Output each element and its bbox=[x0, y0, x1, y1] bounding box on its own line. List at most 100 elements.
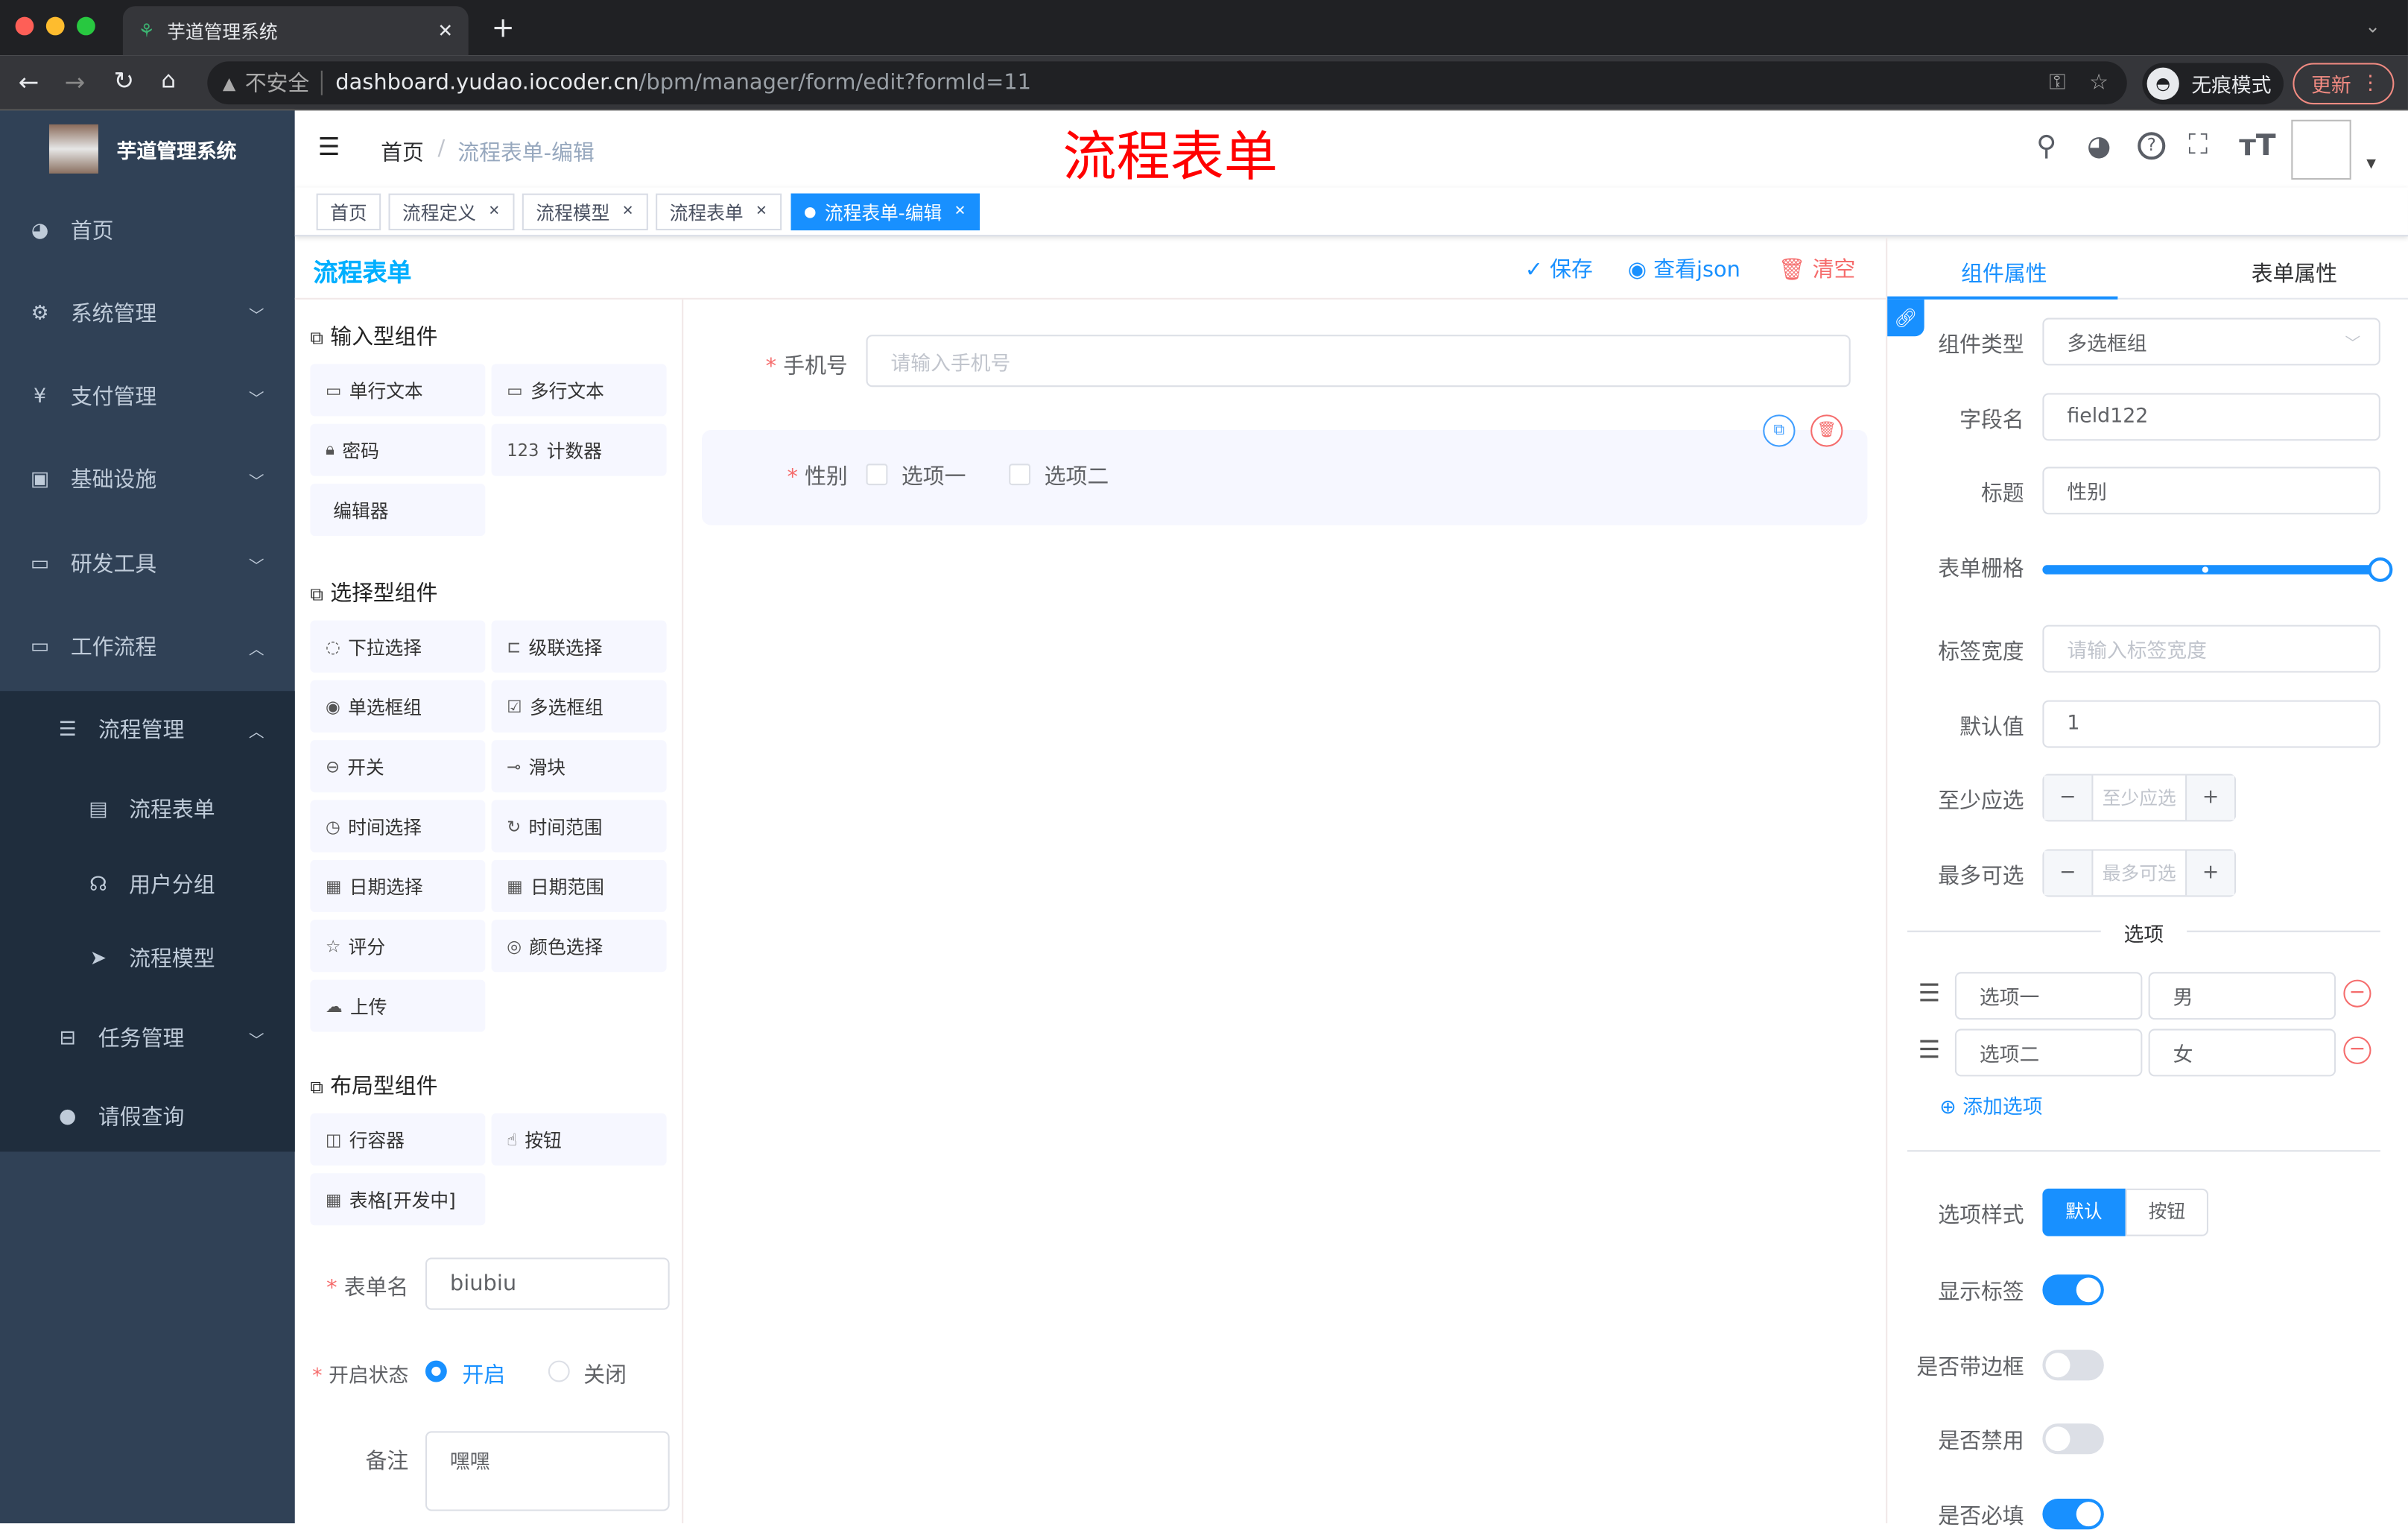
component-button[interactable]: ▦ 日期范围 bbox=[491, 859, 667, 912]
clear-button[interactable]: 🗑︎ 清空 bbox=[1778, 253, 1856, 284]
help-icon[interactable]: ? bbox=[2138, 132, 2166, 160]
component-button[interactable]: ▦ 日期选择 bbox=[310, 859, 486, 912]
add-option-button[interactable]: ⊕ 添加选项 bbox=[1939, 1090, 2042, 1119]
phone-input[interactable]: 请输入手机号 bbox=[866, 335, 1851, 388]
component-button[interactable]: ◷ 时间选择 bbox=[310, 800, 486, 853]
component-button[interactable]: ☁ 上传 bbox=[310, 979, 486, 1032]
toggle-switch[interactable] bbox=[2042, 1423, 2104, 1455]
component-button[interactable]: ▭ 单行文本 bbox=[310, 364, 486, 417]
status-off-radio[interactable] bbox=[548, 1360, 570, 1382]
address-bar[interactable]: ▲ 不安全 dashboard.yudao.iocoder.cn/bpm/manag… bbox=[207, 61, 2127, 105]
sidebar-subitem[interactable]: ● 请假查询 bbox=[0, 1078, 295, 1154]
toggle-switch[interactable] bbox=[2042, 1349, 2104, 1380]
copy-field-icon[interactable]: ⧉ bbox=[1763, 414, 1796, 447]
component-button[interactable]: 123 计数器 bbox=[491, 423, 667, 476]
style-button-button[interactable]: 按钮 bbox=[2125, 1188, 2209, 1236]
option2-label[interactable]: 选项二 bbox=[1045, 461, 1109, 491]
toggle-switch[interactable] bbox=[2042, 1498, 2104, 1529]
tag-item[interactable]: 流程定义 ✕ bbox=[388, 193, 514, 231]
component-button[interactable]: ☝ 按钮 bbox=[491, 1113, 667, 1166]
default-input[interactable]: 1 bbox=[2042, 700, 2380, 748]
type-select[interactable]: 多选框组 ﹀ bbox=[2042, 317, 2380, 366]
close-tag-icon[interactable]: ✕ bbox=[755, 204, 767, 220]
browser-tab[interactable]: ⚘ 芋道管理系统 ✕ bbox=[122, 6, 469, 56]
component-button[interactable]: ⊸ 滑块 bbox=[491, 740, 667, 793]
sidebar-item[interactable]: ▣ 基础设施 ﹀ bbox=[0, 440, 295, 517]
close-tag-icon[interactable]: ✕ bbox=[622, 204, 634, 220]
max-value[interactable]: 最多可选 bbox=[2093, 860, 2185, 886]
github-icon[interactable]: ◕ bbox=[2087, 130, 2111, 162]
status-on-radio[interactable] bbox=[425, 1360, 447, 1382]
breadcrumb-home[interactable]: 首页 bbox=[381, 136, 424, 167]
tab-form-props[interactable]: 表单属性 bbox=[2252, 258, 2337, 288]
sidebar-subitem[interactable]: ➤ 流程模型 bbox=[0, 920, 295, 996]
tab-component-props[interactable]: 组件属性 bbox=[1961, 258, 2047, 288]
sidebar-item[interactable]: ◕ 首页 bbox=[0, 192, 295, 269]
max-decrease-button[interactable]: − bbox=[2044, 850, 2094, 896]
option-label-input[interactable]: 选项二 bbox=[1954, 1028, 2143, 1077]
max-increase-button[interactable]: + bbox=[2185, 850, 2235, 896]
forward-button[interactable]: → bbox=[65, 68, 86, 97]
component-button[interactable]: ◉ 单选框组 bbox=[310, 680, 486, 733]
star-icon[interactable]: ☆ bbox=[2089, 71, 2108, 95]
minimize-window-button[interactable] bbox=[45, 16, 65, 36]
component-button[interactable]: ☑ 多选框组 bbox=[491, 680, 667, 733]
toggle-switch[interactable] bbox=[2042, 1274, 2104, 1306]
tag-item[interactable]: 流程表单-编辑 ✕ bbox=[790, 193, 980, 231]
close-tab-icon[interactable]: ✕ bbox=[437, 20, 453, 42]
component-button[interactable]: ↻ 时间范围 bbox=[491, 800, 667, 853]
min-value[interactable]: 至少应选 bbox=[2093, 785, 2185, 811]
component-button[interactable]: ▦ 表格[开发中] bbox=[310, 1173, 486, 1226]
component-button[interactable]: ◎ 颜色选择 bbox=[491, 920, 667, 973]
component-button[interactable]: ☆ 评分 bbox=[310, 920, 486, 973]
remark-textarea[interactable]: 嘿嘿 bbox=[425, 1431, 670, 1511]
grid-slider-track[interactable] bbox=[2042, 565, 2380, 575]
min-decrease-button[interactable]: − bbox=[2044, 775, 2094, 821]
component-button[interactable]: ◫ 行容器 bbox=[310, 1113, 486, 1166]
key-icon[interactable]: ⚿ bbox=[2049, 71, 2065, 95]
tag-item[interactable]: 流程模型 ✕ bbox=[522, 193, 647, 231]
field-input[interactable]: field122 bbox=[2042, 393, 2380, 441]
sidebar-subitem[interactable]: ▤ 流程表单 bbox=[0, 771, 295, 847]
grid-slider-handle[interactable] bbox=[2368, 557, 2393, 582]
form-name-input[interactable]: biubiu bbox=[425, 1257, 670, 1310]
fullscreen-icon[interactable]: ⛶ bbox=[2188, 129, 2208, 161]
sidebar-item[interactable]: ▭ 工作流程 ︿ bbox=[0, 608, 295, 685]
option-label-input[interactable]: 选项一 bbox=[1954, 972, 2143, 1020]
tag-item[interactable]: 首页 bbox=[316, 193, 381, 231]
drag-handle-icon[interactable]: ☰ bbox=[1918, 979, 1940, 1008]
option2-checkbox[interactable] bbox=[1009, 464, 1031, 486]
close-window-button[interactable] bbox=[15, 16, 34, 36]
component-button[interactable]: ⊏ 级联选择 bbox=[491, 620, 667, 673]
remove-option-icon[interactable]: − bbox=[2343, 1036, 2371, 1064]
font-size-icon[interactable]: ᴛT bbox=[2239, 129, 2275, 162]
hamburger-icon[interactable]: ☰ bbox=[318, 132, 340, 161]
title-input[interactable]: 性别 bbox=[2042, 467, 2380, 515]
status-on-label[interactable]: 开启 bbox=[462, 1359, 505, 1390]
save-button[interactable]: ✓ 保存 bbox=[1525, 253, 1593, 284]
tag-item[interactable]: 流程表单 ✕ bbox=[656, 193, 782, 231]
sidebar-item[interactable]: ▭ 研发工具 ﹀ bbox=[0, 525, 295, 602]
tab-list-chevron-icon[interactable]: ⌄ bbox=[2365, 16, 2380, 37]
reload-button[interactable]: ↻ bbox=[114, 66, 135, 95]
incognito-badge[interactable]: ◓ 无痕模式 bbox=[2142, 63, 2284, 105]
label-width-input[interactable]: 请输入标签宽度 bbox=[2042, 625, 2380, 673]
more-icon[interactable]: ⋮ bbox=[2360, 72, 2380, 95]
component-button[interactable]: ▭ 多行文本 bbox=[491, 364, 667, 417]
delete-field-icon[interactable]: 🗑︎ bbox=[1810, 414, 1843, 447]
min-stepper[interactable]: − 至少应选 + bbox=[2042, 774, 2237, 822]
component-button[interactable]: ⊖ 开关 bbox=[310, 740, 486, 793]
sidebar-subitem[interactable]: ☊ 用户分组 bbox=[0, 846, 295, 923]
option-value-input[interactable]: 男 bbox=[2148, 972, 2336, 1020]
maximize-window-button[interactable] bbox=[77, 16, 95, 36]
drag-handle-icon[interactable]: ☰ bbox=[1918, 1035, 1940, 1064]
update-button[interactable]: 更新 ⋮ bbox=[2293, 63, 2395, 105]
sidebar-subitem[interactable]: ⊟ 任务管理 ﹀ bbox=[0, 999, 295, 1076]
style-default-button[interactable]: 默认 bbox=[2042, 1188, 2126, 1236]
component-button[interactable]: 🔒︎ 密码 bbox=[310, 423, 486, 476]
caret-down-icon[interactable]: ▼ bbox=[2366, 157, 2376, 171]
home-button[interactable]: ⌂ bbox=[161, 66, 176, 94]
close-tag-icon[interactable]: ✕ bbox=[954, 204, 966, 220]
component-button[interactable]: 编辑器 bbox=[310, 484, 486, 537]
option1-checkbox[interactable] bbox=[866, 464, 888, 486]
